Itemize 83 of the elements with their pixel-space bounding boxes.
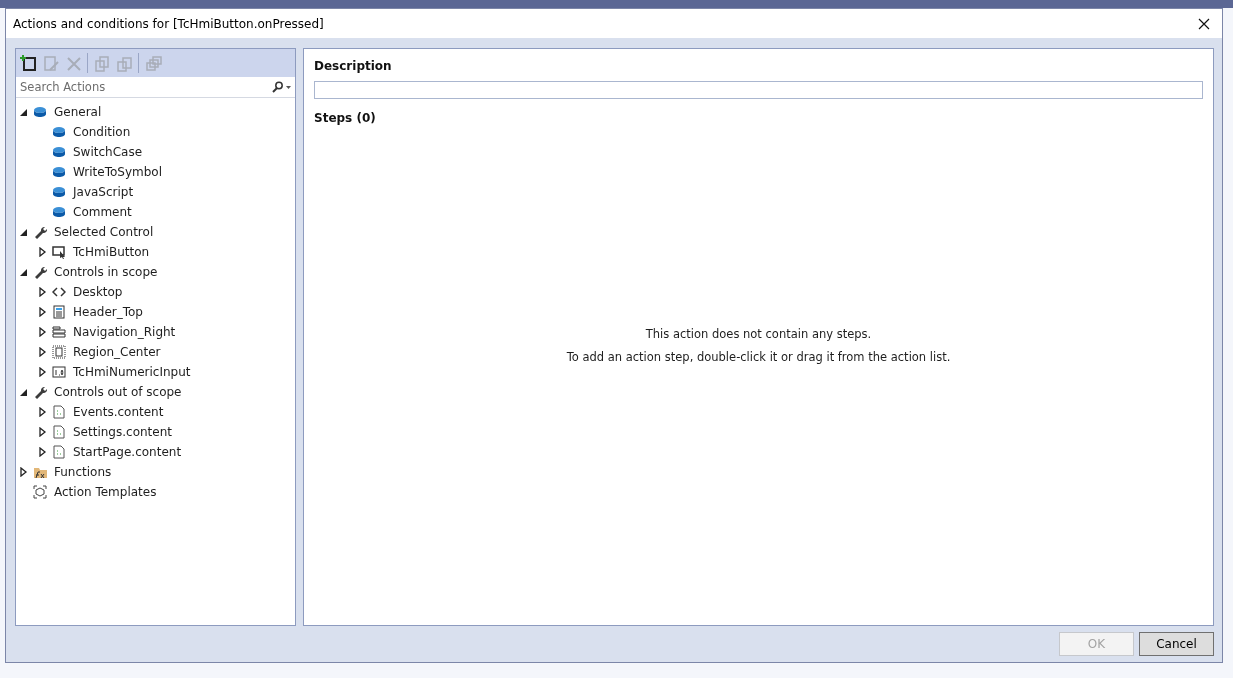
tree-label: Settings.content: [73, 425, 172, 439]
tree-item[interactable]: Functions: [19, 462, 295, 482]
template-icon: [33, 485, 47, 499]
tree-item[interactable]: WriteToSymbol: [19, 162, 295, 182]
collapsed-arrow-icon[interactable]: [38, 367, 48, 377]
cube-icon: [52, 205, 66, 219]
tree-label: Comment: [73, 205, 132, 219]
tree-label: Header_Top: [73, 305, 143, 319]
tree-label: SwitchCase: [73, 145, 143, 159]
wrench-icon: [33, 225, 47, 239]
window-title: Actions and conditions for [TcHmiButton.onPressed]: [13, 16, 324, 31]
tree-item[interactable]: StartPage.content: [19, 442, 295, 462]
collapsed-arrow-icon[interactable]: [38, 287, 48, 297]
cancel-button[interactable]: Cancel: [1139, 632, 1214, 656]
tree-item[interactable]: Header_Top: [19, 302, 295, 322]
tree-item[interactable]: Region_Center: [19, 342, 295, 362]
tree-label: Action Templates: [54, 485, 157, 499]
collapsed-arrow-icon[interactable]: [38, 327, 48, 337]
tree-item[interactable]: TcHmiButton: [19, 242, 295, 262]
expanded-arrow-icon[interactable]: [19, 227, 29, 237]
cube-icon: [52, 145, 66, 159]
file-icon: [52, 445, 66, 459]
code-icon: [52, 285, 66, 299]
tree-item[interactable]: Controls in scope: [19, 262, 295, 282]
tree-label: Controls in scope: [54, 265, 158, 279]
tree-label: JavaScript: [73, 185, 134, 199]
collapsed-arrow-icon[interactable]: [38, 347, 48, 357]
expanded-arrow-icon[interactable]: [19, 387, 29, 397]
collapsed-arrow-icon[interactable]: [38, 307, 48, 317]
cube-icon: [52, 185, 66, 199]
tree-label: Desktop: [73, 285, 123, 299]
expanded-arrow-icon[interactable]: [19, 107, 29, 117]
tree-label: TcHmiButton: [73, 245, 150, 259]
cursor-icon: [52, 245, 66, 259]
cube-icon: [33, 105, 47, 119]
hint-text: To add an action step, double-click it or drag it from the action list.: [566, 349, 951, 364]
file-icon: [52, 425, 66, 439]
tree-item[interactable]: Comment: [19, 202, 295, 222]
tree-item[interactable]: JavaScript: [19, 182, 295, 202]
tree-label: Condition: [73, 125, 131, 139]
wrench-icon: [33, 385, 47, 399]
cube-icon: [52, 165, 66, 179]
empty-message: This action does not contain any steps.: [645, 326, 872, 341]
tree-item[interactable]: Navigation_Right: [19, 322, 295, 342]
tree-item[interactable]: Condition: [19, 122, 295, 142]
tree-label: Functions: [54, 465, 112, 479]
tree-item[interactable]: Selected Control: [19, 222, 295, 242]
wrench-icon: [33, 265, 47, 279]
tree-item[interactable]: SwitchCase: [19, 142, 295, 162]
numeric-input-icon: [52, 365, 66, 379]
tree-label: WriteToSymbol: [73, 165, 162, 179]
description-field[interactable]: [314, 81, 1203, 99]
description-label: Description: [314, 59, 393, 73]
search-icon[interactable]: [271, 81, 291, 93]
tree-item[interactable]: Action Templates: [19, 482, 295, 502]
collapsed-arrow-icon[interactable]: [38, 427, 48, 437]
tree-label: Region_Center: [73, 345, 161, 359]
tree-label: TcHmiNumericInput: [73, 365, 191, 379]
tree-label: Navigation_Right: [73, 325, 176, 339]
collapsed-arrow-icon[interactable]: [19, 467, 29, 477]
file-icon: [52, 405, 66, 419]
collapsed-arrow-icon[interactable]: [38, 447, 48, 457]
region-icon: [52, 345, 66, 359]
add-icon[interactable]: [19, 53, 39, 73]
tree-label: StartPage.content: [73, 445, 182, 459]
collapsed-arrow-icon[interactable]: [38, 247, 48, 257]
tree-item[interactable]: Controls out of scope: [19, 382, 295, 402]
steps-label: Steps (0): [314, 111, 377, 125]
cube-icon: [52, 125, 66, 139]
tree-item[interactable]: TcHmiNumericInput: [19, 362, 295, 382]
collapsed-arrow-icon[interactable]: [38, 407, 48, 417]
page-icon: [52, 305, 66, 319]
tree-label: Selected Control: [54, 225, 154, 239]
folder-function-icon: [33, 465, 47, 479]
tree-item[interactable]: Settings.content: [19, 422, 295, 442]
panel-icon: [52, 325, 66, 339]
tree-label: Events.content: [73, 405, 164, 419]
tree-item[interactable]: Events.content: [19, 402, 295, 422]
tree-label: Controls out of scope: [54, 385, 182, 399]
expanded-arrow-icon[interactable]: [19, 267, 29, 277]
tree-label: General: [54, 105, 102, 119]
tree-item[interactable]: General: [19, 102, 295, 122]
tree-item[interactable]: Desktop: [19, 282, 295, 302]
